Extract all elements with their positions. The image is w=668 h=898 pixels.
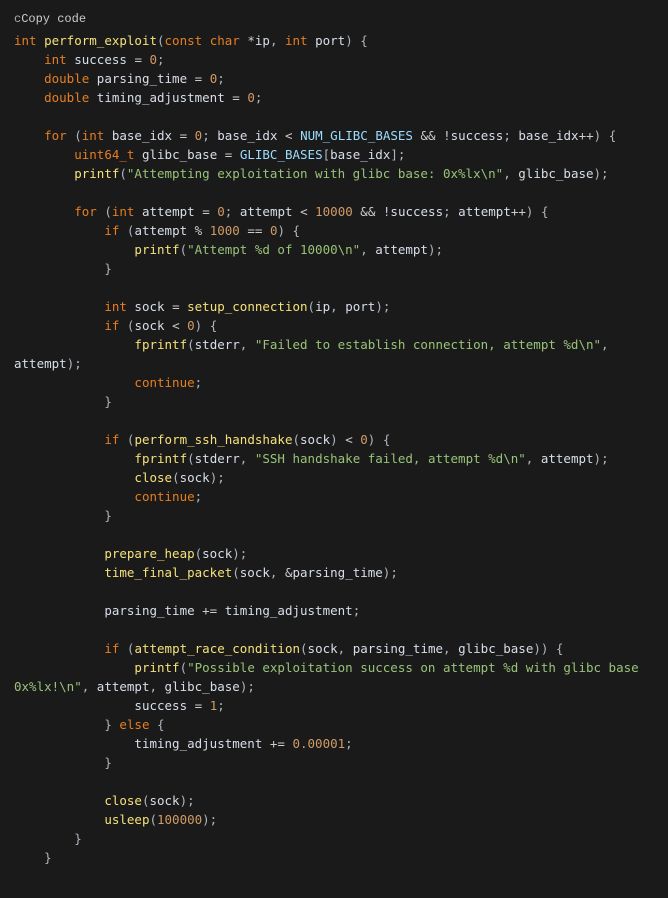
code-viewer: Copy code int perform_exploit(const char… [0,0,668,877]
copy-label: Copy code [21,12,86,26]
copy-code-button[interactable]: Copy code [14,10,668,29]
source-code: int perform_exploit(const char *ip, int … [14,31,654,867]
